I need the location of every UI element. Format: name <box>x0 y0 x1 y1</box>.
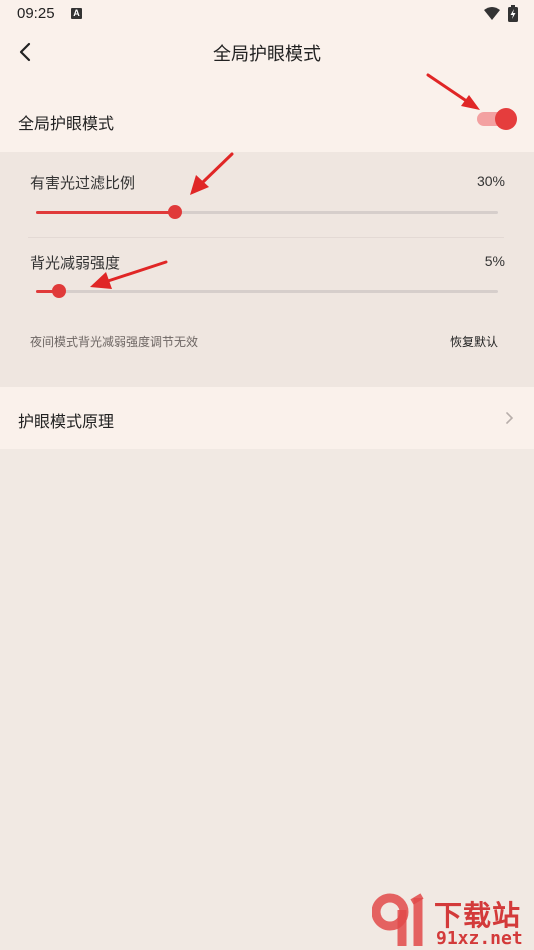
backlight-reduction-value: 5% <box>484 253 505 269</box>
night-mode-hint: 夜间模式背光减弱强度调节无效 <box>30 335 199 349</box>
chevron-right-icon <box>506 412 514 424</box>
wifi-icon <box>484 7 500 20</box>
notification-badge-icon: A <box>71 8 82 19</box>
eye-protection-principle-row[interactable]: 护眼模式原理 <box>0 387 534 449</box>
harmful-light-filter-slider[interactable] <box>36 204 498 220</box>
settings-panel: 有害光过滤比例 30% 背光减弱强度 5% 夜间模式背光减弱强度调节无效 恢复默… <box>0 152 534 387</box>
page-title: 全局护眼模式 <box>213 44 321 65</box>
divider <box>28 237 504 238</box>
eye-protection-toggle[interactable] <box>475 108 517 130</box>
backlight-reduction-block: 背光减弱强度 5% <box>30 252 505 312</box>
toggle-thumb <box>495 108 517 130</box>
status-time: 09:25 <box>17 5 55 22</box>
slider-track <box>36 289 498 293</box>
reset-default-button[interactable]: 恢复默认 <box>450 333 498 350</box>
harmful-light-filter-block: 有害光过滤比例 30% <box>30 170 505 230</box>
backlight-reduction-label: 背光减弱强度 <box>30 254 121 272</box>
watermark-bottom-text: 91xz.net <box>436 928 523 949</box>
eye-protection-row: 全局护眼模式 <box>0 76 534 152</box>
status-bar: 09:25 A <box>0 0 534 28</box>
slider-fill <box>36 210 175 214</box>
eye-protection-principle-label: 护眼模式原理 <box>18 412 115 431</box>
battery-charging-icon <box>508 5 518 22</box>
backlight-reduction-slider[interactable] <box>36 283 498 299</box>
harmful-light-filter-value: 30% <box>476 173 505 189</box>
eye-protection-label: 全局护眼模式 <box>18 114 115 133</box>
slider-knob[interactable] <box>52 284 66 298</box>
watermark: 下载站 91xz.net <box>372 890 534 950</box>
slider-knob[interactable] <box>168 205 182 219</box>
watermark-logo-icon <box>372 893 424 946</box>
harmful-light-filter-label: 有害光过滤比例 <box>30 174 136 192</box>
app-bar: 全局护眼模式 <box>0 28 534 76</box>
